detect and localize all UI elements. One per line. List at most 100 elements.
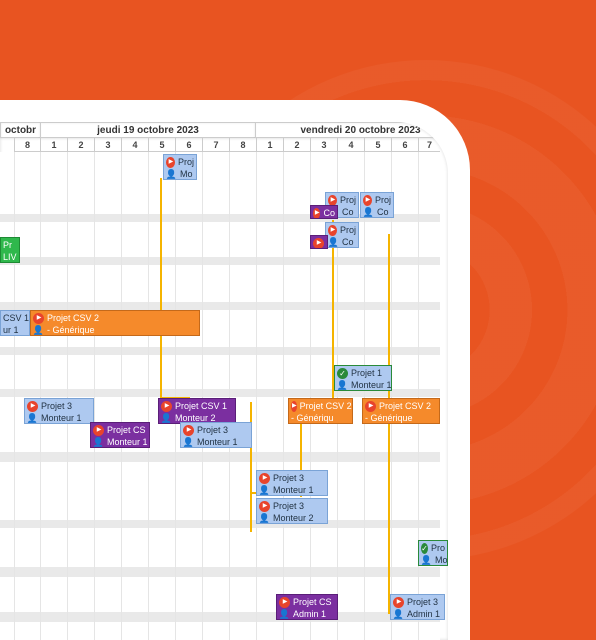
play-icon bbox=[183, 425, 194, 436]
event-projet1-monteur1[interactable]: Projet 1 Monteur 1 bbox=[334, 365, 392, 391]
event-resource: ur 1 bbox=[3, 325, 19, 336]
event-projet3-m2[interactable]: Projet 3 Monteur 2 bbox=[256, 498, 328, 524]
hour-cell: 3 bbox=[310, 138, 337, 152]
play-icon bbox=[166, 157, 175, 168]
event-co-purple-1[interactable]: Co bbox=[310, 205, 338, 219]
play-icon bbox=[363, 195, 372, 206]
hour-cell: 7 bbox=[418, 138, 440, 152]
hour-cell: 5 bbox=[148, 138, 175, 152]
event-cs-monteur1-purple[interactable]: Projet CS Monteur 1 bbox=[90, 422, 150, 448]
event-proj-co-2[interactable]: Proj Co bbox=[360, 192, 394, 218]
event-resource: - Générique bbox=[365, 413, 413, 424]
event-co-purple-2[interactable] bbox=[310, 235, 328, 249]
event-title: Proj bbox=[178, 157, 194, 168]
event-title: CSV 1 bbox=[3, 313, 29, 324]
device-frame: octobr jeudi 19 octobre 2023 vendredi 20… bbox=[0, 100, 470, 640]
person-icon bbox=[183, 437, 194, 448]
hour-cell: 7 bbox=[202, 138, 229, 152]
event-resource: Co bbox=[342, 237, 354, 248]
event-pro-mo-green[interactable]: Pro Mo bbox=[418, 540, 448, 566]
event-pr-liv[interactable]: Pr LIV bbox=[0, 237, 20, 263]
event-resource: Co bbox=[377, 207, 389, 218]
play-icon bbox=[328, 195, 337, 206]
hour-row: 8 1 2 3 4 5 6 7 8 1 2 3 4 5 6 7 bbox=[0, 138, 440, 152]
event-projet3-m1[interactable]: Projet 3 Monteur 1 bbox=[256, 470, 328, 496]
event-proj-mo-1[interactable]: Proj Mo bbox=[163, 154, 197, 180]
event-csv2-gen-or2[interactable]: Projet CSV 2 - Générique bbox=[362, 398, 440, 424]
play-icon bbox=[313, 238, 324, 249]
event-cs-admin1-purple[interactable]: Projet CS Admin 1 bbox=[276, 594, 338, 620]
play-icon bbox=[365, 401, 376, 412]
person-icon bbox=[33, 325, 44, 336]
gantt-grid[interactable] bbox=[0, 152, 440, 640]
event-title: Co bbox=[323, 208, 335, 219]
event-title: Projet CSV 2 bbox=[379, 401, 431, 412]
play-icon bbox=[27, 401, 38, 412]
event-resource: Monteur 1 bbox=[41, 413, 82, 424]
event-csv2-gen-or1[interactable]: Projet CSV 2 - Génériqu bbox=[288, 398, 353, 424]
event-title: Proj bbox=[340, 195, 356, 206]
event-title: Projet CSV 1 bbox=[175, 401, 227, 412]
event-csv1-monteur2-purple[interactable]: Projet CSV 1 Monteur 2 bbox=[158, 398, 236, 424]
event-title: Projet CSV 2 bbox=[300, 401, 352, 412]
event-resource: Admin 1 bbox=[407, 609, 440, 620]
event-title: Projet CS bbox=[293, 597, 332, 608]
hour-cell: 1 bbox=[256, 138, 283, 152]
hour-cell: 2 bbox=[283, 138, 310, 152]
event-resource: Monteur 1 bbox=[351, 380, 392, 391]
event-resource: Monteur 1 bbox=[197, 437, 238, 448]
event-csv1-left[interactable]: CSV 1 ur 1 bbox=[0, 310, 30, 336]
person-icon bbox=[259, 513, 270, 524]
event-resource: Monteur 2 bbox=[273, 513, 314, 524]
play-icon bbox=[161, 401, 172, 412]
play-icon bbox=[259, 473, 270, 484]
play-icon bbox=[33, 313, 44, 324]
event-projet3-monteur1[interactable]: Projet 3 Monteur 1 bbox=[24, 398, 94, 424]
event-title: Pro bbox=[431, 543, 445, 554]
person-icon bbox=[393, 609, 404, 620]
event-title: Projet 3 bbox=[273, 501, 304, 512]
event-projet3-monteur1-b[interactable]: Projet 3 Monteur 1 bbox=[180, 422, 252, 448]
event-csv2-generique[interactable]: Projet CSV 2 - Générique bbox=[30, 310, 200, 336]
person-icon bbox=[328, 237, 339, 248]
person-icon bbox=[93, 437, 104, 448]
gantt-viewport: octobr jeudi 19 octobre 2023 vendredi 20… bbox=[0, 122, 448, 640]
event-title: Proj bbox=[340, 225, 356, 236]
person-icon bbox=[279, 609, 290, 620]
check-icon bbox=[421, 543, 428, 554]
event-title: Projet 3 bbox=[197, 425, 228, 436]
event-title: Projet 3 bbox=[407, 597, 438, 608]
hour-cell: 8 bbox=[14, 138, 40, 152]
event-title: Projet 3 bbox=[41, 401, 72, 412]
person-icon bbox=[161, 413, 172, 424]
event-title: Projet 3 bbox=[273, 473, 304, 484]
play-icon bbox=[328, 225, 337, 236]
event-resource: Co bbox=[342, 207, 354, 218]
event-title: Projet CS bbox=[107, 425, 146, 436]
check-icon bbox=[337, 368, 348, 379]
event-title: Projet 1 bbox=[351, 368, 382, 379]
person-icon bbox=[363, 207, 374, 218]
day-header-friday[interactable]: vendredi 20 octobre 2023 bbox=[255, 122, 448, 138]
event-resource: Monteur 1 bbox=[107, 437, 148, 448]
day-header-thursday[interactable]: jeudi 19 octobre 2023 bbox=[40, 122, 255, 138]
dependency-line bbox=[160, 178, 162, 398]
person-icon bbox=[259, 485, 270, 496]
event-resource: Mo bbox=[435, 555, 448, 566]
play-icon bbox=[313, 208, 320, 219]
event-resource: Mo bbox=[180, 169, 193, 180]
hour-cell: 4 bbox=[337, 138, 364, 152]
person-icon bbox=[421, 555, 432, 566]
event-title: Proj bbox=[375, 195, 391, 206]
event-projet3-admin1[interactable]: Projet 3 Admin 1 bbox=[390, 594, 445, 620]
hour-cell: 6 bbox=[391, 138, 418, 152]
dependency-line bbox=[388, 234, 390, 614]
event-resource: - Générique bbox=[47, 325, 95, 336]
hour-cell: 6 bbox=[175, 138, 202, 152]
day-header-partial[interactable]: octobr bbox=[0, 122, 40, 138]
play-icon bbox=[393, 597, 404, 608]
event-proj-co-3[interactable]: Proj Co bbox=[325, 222, 359, 248]
event-resource: Admin 1 bbox=[293, 609, 326, 620]
play-icon bbox=[93, 425, 104, 436]
hour-cell: 3 bbox=[94, 138, 121, 152]
